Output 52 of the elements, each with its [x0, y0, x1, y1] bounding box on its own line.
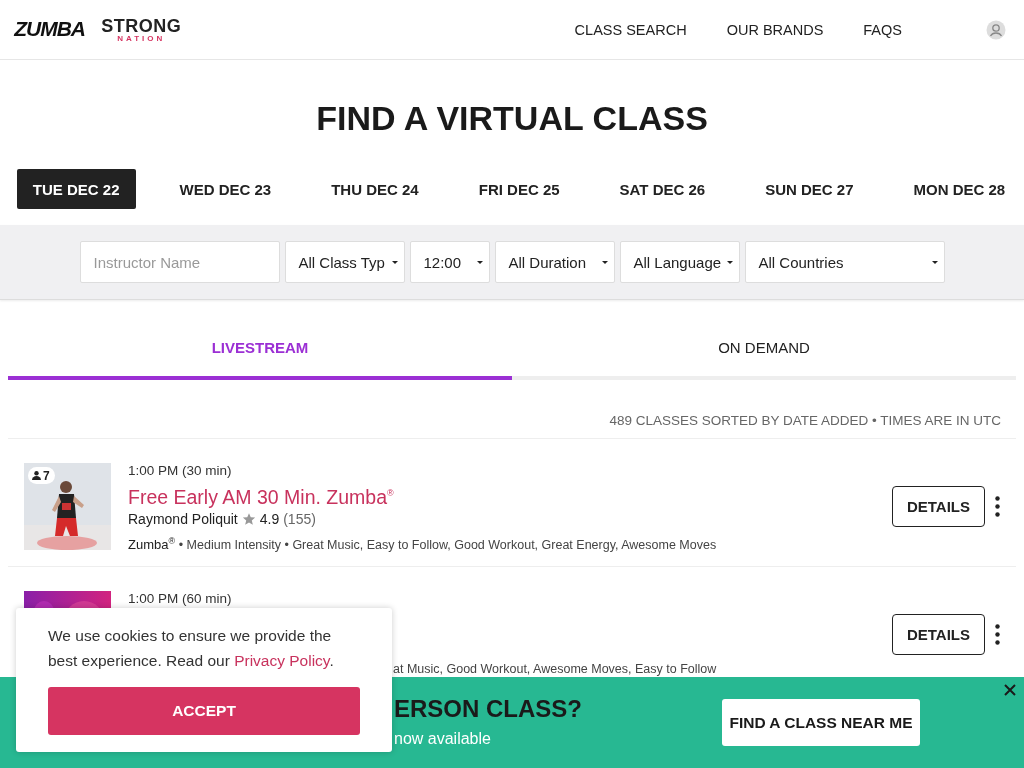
mode-tab[interactable]: ON DEMAND [512, 320, 1016, 380]
nav-link[interactable]: OUR BRANDS [726, 21, 824, 38]
results-summary: 489 CLASSES SORTED BY DATE ADDED • TIMES ARE IN UTC [609, 413, 1001, 428]
filter-dropdown[interactable]: All Class Typ [284, 241, 405, 283]
caret-icon [391, 260, 398, 264]
caret-icon [931, 260, 938, 264]
date-tab[interactable]: SAT DEC 26 [603, 169, 722, 209]
caret-icon [726, 260, 733, 264]
date-tab[interactable]: WED DEC 23 [163, 169, 288, 209]
star-icon [241, 512, 256, 526]
person-icon [32, 471, 41, 480]
accept-button[interactable]: ACCEPT [48, 687, 360, 735]
instructor-name[interactable]: Raymond Poliquit [128, 511, 238, 527]
filter-dropdown[interactable]: All Countries [744, 241, 945, 283]
banner-text: now available [394, 730, 491, 748]
rating: 4.9 [259, 511, 280, 527]
class-title[interactable]: Free Early AM 30 Min. Zumba$^{®}$ [128, 479, 717, 507]
date-tab[interactable]: MON DEC 28 [897, 169, 1022, 209]
caret-icon [601, 260, 608, 264]
review-count: (155) [283, 511, 316, 527]
filter-dropdown[interactable]: 12:00 [409, 241, 490, 283]
class-type: Zumba$^{®}$ [128, 537, 176, 553]
page-title: FIND A VIRTUAL CLASS [316, 98, 708, 138]
details-button[interactable]: DETAILS [892, 486, 985, 527]
attendee-badge: 7 [28, 467, 55, 484]
more-options-icon[interactable] [995, 496, 1000, 517]
user-avatar-icon[interactable] [986, 19, 1006, 40]
class-tags: • Medium Intensity • Great Music, Easy to Follow, Good Workout, Great Energy, Awesome Moves [178, 538, 717, 553]
privacy-policy-link[interactable]: Privacy Policy [234, 652, 330, 669]
details-button[interactable]: DETAILS [892, 614, 985, 655]
class-time: 1:00 PM (60 min) [128, 591, 233, 607]
instructor-search-field[interactable]: Instructor Name [79, 241, 280, 283]
date-tab[interactable]: SUN DEC 27 [749, 169, 870, 209]
date-tab[interactable]: TUE DEC 22 [16, 169, 136, 209]
date-tab[interactable]: THU DEC 24 [315, 169, 435, 209]
nav-link[interactable]: FAQS [863, 21, 902, 38]
nav-link[interactable]: CLASS SEARCH [574, 21, 687, 38]
brand-tagline: NATION [117, 34, 166, 43]
cookie-message: We use cookies to ensure we provide the best experience. Read our Privacy Policy. [48, 626, 335, 671]
filter-dropdown[interactable]: All Duration [494, 241, 615, 283]
filter-dropdown[interactable]: All Language [619, 241, 740, 283]
more-options-icon[interactable] [995, 624, 1000, 645]
logo[interactable]: ZUMBA [14, 18, 85, 41]
date-tab[interactable]: FRI DEC 25 [462, 169, 576, 209]
banner-heading: ERSON CLASS? [394, 695, 582, 723]
close-icon[interactable] [1004, 684, 1016, 696]
class-tags: at Music, Good Workout, Awesome Moves, Easy to Follow [393, 662, 717, 676]
brand-logo[interactable]: STRONG [101, 16, 182, 35]
caret-icon [476, 260, 483, 264]
find-class-button[interactable]: FIND A CLASS NEAR ME [722, 699, 920, 746]
class-time: 1:00 PM (30 min) [128, 463, 233, 479]
mode-tab[interactable]: LIVESTREAM [8, 320, 512, 380]
